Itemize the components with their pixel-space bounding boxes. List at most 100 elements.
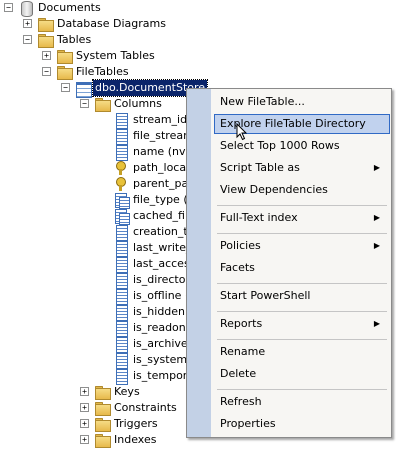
- column-label: path_locat: [133, 161, 191, 174]
- column-item[interactable]: creation_ti: [113, 224, 193, 241]
- column-label: creation_ti: [133, 225, 191, 238]
- column-item[interactable]: is_archive: [113, 336, 190, 353]
- menu-item-full-text-index[interactable]: Full-Text index ▶: [214, 208, 390, 228]
- database-diagrams-label: Database Diagrams: [57, 17, 166, 30]
- expand-constraints-toggle[interactable]: +: [80, 403, 89, 412]
- column-item[interactable]: is_hidden (: [113, 304, 195, 321]
- expand-triggers-toggle[interactable]: +: [80, 419, 89, 428]
- tree-node-filetables[interactable]: FileTables: [56, 64, 131, 80]
- column-item[interactable]: path_locat: [113, 160, 192, 176]
- column-item[interactable]: parent_pat: [113, 176, 195, 192]
- column-item[interactable]: cached_file: [113, 208, 197, 225]
- collapse-columns-toggle[interactable]: −: [80, 99, 89, 108]
- folder-icon: [37, 32, 54, 48]
- column-icon: [113, 112, 129, 129]
- menu-separator: [217, 339, 387, 340]
- columns-label: Columns: [114, 97, 162, 110]
- menu-item-label: Script Table as: [220, 161, 300, 174]
- menu-separator: [217, 205, 387, 206]
- key-icon: [113, 160, 129, 176]
- triggers-label: Triggers: [114, 417, 158, 430]
- column-label: is_offline (: [133, 289, 190, 302]
- menu-item-label: Rename: [220, 345, 266, 358]
- tree-node-system-tables[interactable]: System Tables: [56, 48, 157, 64]
- menu-item-label: Delete: [220, 367, 257, 380]
- key-icon: [113, 176, 129, 192]
- column-item[interactable]: is_offline (: [113, 288, 191, 305]
- menu-item-label: Facets: [220, 261, 255, 274]
- menu-item-label: New FileTable...: [220, 95, 305, 108]
- column-item[interactable]: is_tempora: [113, 368, 196, 385]
- folder-icon: [94, 400, 111, 416]
- tree-node-keys[interactable]: Keys: [94, 384, 142, 400]
- column-item[interactable]: file_stream: [113, 128, 196, 145]
- tree-node-documents[interactable]: Documents: [18, 0, 103, 17]
- column-item[interactable]: last_write_: [113, 240, 194, 257]
- column-label: is_archive: [133, 337, 188, 350]
- tree-node-constraints[interactable]: Constraints: [94, 400, 179, 416]
- expand-indexes-toggle[interactable]: +: [80, 435, 89, 444]
- menu-separator: [217, 283, 387, 284]
- submenu-arrow-icon: ▶: [373, 163, 380, 172]
- tree-node-tables[interactable]: Tables: [37, 32, 93, 48]
- submenu-arrow-icon: ▶: [373, 213, 380, 222]
- column-item[interactable]: stream_id (: [113, 112, 197, 129]
- folder-icon: [37, 16, 54, 32]
- column-icon: [113, 128, 129, 145]
- tree-node-indexes[interactable]: Indexes: [94, 432, 158, 448]
- filetables-label: FileTables: [76, 65, 129, 78]
- column-item[interactable]: is_readonly: [113, 320, 197, 337]
- menu-item-reports[interactable]: Reports ▶: [214, 314, 390, 334]
- mouse-pointer-icon: [236, 123, 248, 141]
- menu-item-rename[interactable]: Rename: [214, 342, 390, 362]
- documents-label: Documents: [38, 1, 101, 14]
- menu-item-script-table-as[interactable]: Script Table as ▶: [214, 158, 390, 178]
- column-icon: [113, 272, 129, 289]
- system-tables-label: System Tables: [76, 49, 155, 62]
- expand-keys-toggle[interactable]: +: [80, 387, 89, 396]
- column-icon: [113, 144, 129, 161]
- column-item[interactable]: last_access: [113, 256, 197, 273]
- database-icon: [18, 0, 34, 17]
- collapse-filetables-toggle[interactable]: −: [42, 67, 51, 76]
- folder-icon: [94, 384, 111, 400]
- column-item[interactable]: name (nva: [113, 144, 194, 161]
- column-item[interactable]: is_director: [113, 272, 192, 289]
- column-icon: [113, 288, 129, 305]
- column-icon: [113, 240, 129, 257]
- menu-icon-stripe: [187, 89, 211, 437]
- expand-database-diagrams-toggle[interactable]: +: [23, 19, 32, 28]
- tables-label: Tables: [57, 33, 92, 46]
- menu-item-start-powershell[interactable]: Start PowerShell: [214, 286, 390, 306]
- menu-item-facets[interactable]: Facets: [214, 258, 390, 278]
- column-label: is_director: [133, 273, 190, 286]
- column-icon: [113, 352, 129, 369]
- column-item[interactable]: is_system (: [113, 352, 197, 369]
- tree-node-database-diagrams[interactable]: Database Diagrams: [37, 16, 168, 32]
- tree-node-columns[interactable]: Columns: [94, 96, 164, 112]
- context-menu: New FileTable... Explore FileTable Direc…: [186, 88, 392, 438]
- column-icon: [113, 304, 129, 321]
- menu-separator: [217, 389, 387, 390]
- menu-item-label: Properties: [220, 417, 276, 430]
- column-label: name (nva: [133, 145, 193, 158]
- menu-item-new-filetable[interactable]: New FileTable...: [214, 92, 390, 112]
- column-icon: [113, 224, 129, 241]
- collapse-tables-toggle[interactable]: −: [23, 35, 32, 44]
- menu-item-refresh[interactable]: Refresh: [214, 392, 390, 412]
- column-icon: [113, 336, 129, 353]
- submenu-arrow-icon: ▶: [373, 319, 380, 328]
- folder-icon: [56, 48, 73, 64]
- menu-item-properties[interactable]: Properties: [214, 414, 390, 434]
- column-icon: [113, 368, 129, 385]
- menu-item-view-dependencies[interactable]: View Dependencies: [214, 180, 390, 200]
- column-icon: [113, 256, 129, 273]
- menu-item-delete[interactable]: Delete: [214, 364, 390, 384]
- menu-item-policies[interactable]: Policies ▶: [214, 236, 390, 256]
- expand-system-tables-toggle[interactable]: +: [42, 51, 51, 60]
- folder-icon: [94, 416, 111, 432]
- collapse-documentstore-toggle[interactable]: −: [61, 83, 70, 92]
- collapse-documents-toggle[interactable]: −: [4, 3, 13, 12]
- tree-node-triggers[interactable]: Triggers: [94, 416, 160, 432]
- column-item[interactable]: file_type (C: [113, 192, 197, 209]
